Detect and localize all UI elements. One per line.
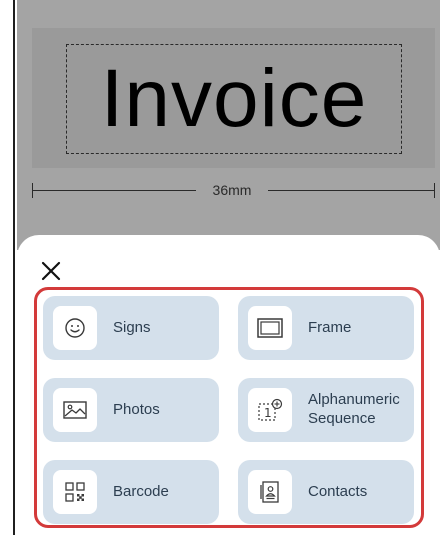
contacts-button[interactable]: Contacts [238, 460, 414, 524]
sequence-icon: 1 [258, 398, 283, 421]
barcode-button[interactable]: Barcode [43, 460, 219, 524]
smiley-icon [65, 318, 85, 338]
alphanumeric-sequence-button[interactable]: 1 Alphanumeric Sequence [238, 378, 414, 442]
frame-icon [257, 318, 283, 338]
barcode-label: Barcode [113, 482, 169, 500]
icon-container [53, 470, 97, 514]
frame-label: Frame [308, 318, 352, 336]
contacts-icon [260, 481, 279, 503]
contacts-label: Contacts [308, 482, 368, 500]
icon-container [53, 306, 97, 350]
dimension-line-right [268, 190, 435, 191]
label-width-dimension: 36mm [212, 182, 252, 198]
svg-text:1: 1 [264, 406, 272, 420]
icon-container [248, 470, 292, 514]
signs-button[interactable]: Signs [43, 296, 219, 360]
barcode-icon [65, 482, 85, 502]
alphanumeric-sequence-label: Alphanumeric Sequence [308, 391, 400, 427]
icon-container [53, 388, 97, 432]
screen-edge [13, 0, 15, 535]
signs-label: Signs [113, 318, 151, 336]
photos-label: Photos [113, 400, 160, 418]
dimension-line-left [32, 190, 196, 191]
dimension-tick-right [434, 183, 435, 198]
photos-button[interactable]: Photos [43, 378, 219, 442]
close-button[interactable] [38, 258, 64, 284]
label-text[interactable]: Invoice [66, 44, 402, 154]
icon-container: 1 [248, 388, 292, 432]
icon-container [248, 306, 292, 350]
close-icon [41, 261, 61, 281]
photo-icon [63, 401, 87, 419]
frame-button[interactable]: Frame [238, 296, 414, 360]
